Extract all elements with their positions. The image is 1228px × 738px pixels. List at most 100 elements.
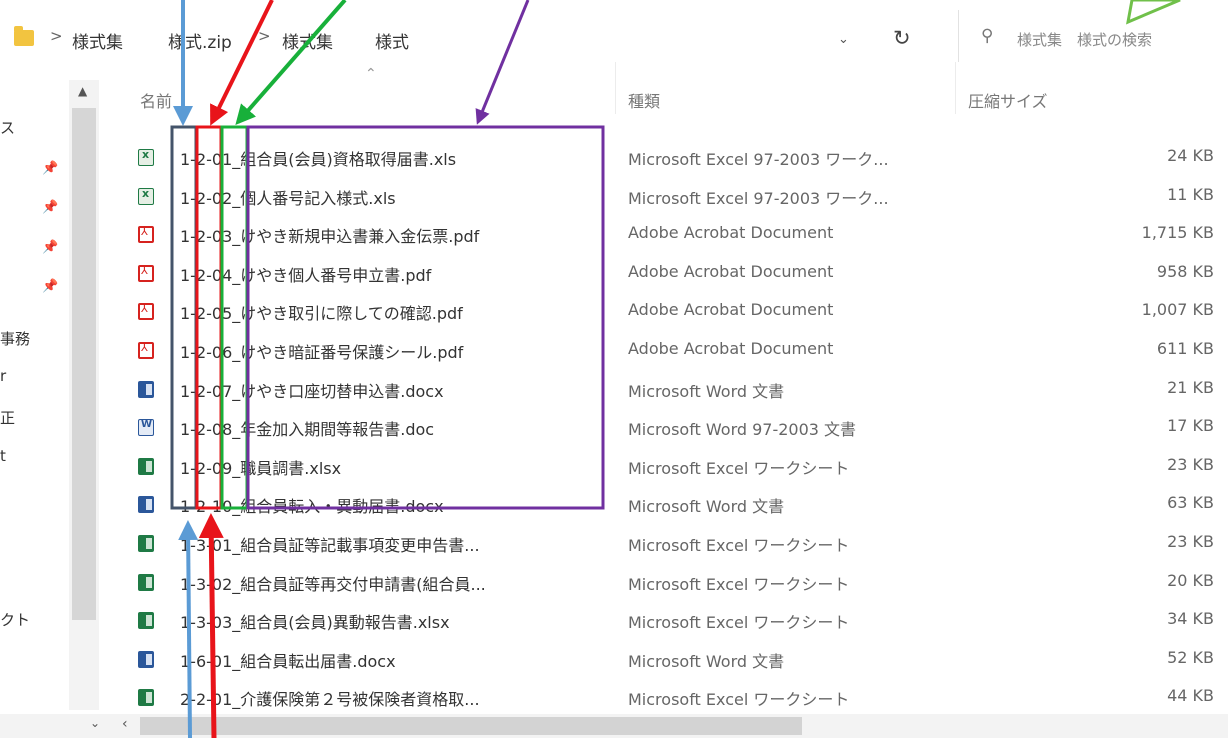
file-type: Microsoft Excel 97-2003 ワーク... — [628, 188, 889, 208]
xlsx-file-icon — [138, 573, 154, 591]
file-type: Microsoft Excel ワークシート — [628, 613, 850, 633]
file-size: 21 KB — [1167, 377, 1214, 397]
xls-file-icon — [138, 148, 154, 166]
breadcrumb-separator: > — [258, 27, 271, 45]
file-name[interactable]: 2-2-01_介護保険第２号被保険者資格取... — [180, 686, 480, 710]
file-name[interactable]: 1-2-09_職員調書.xlsx — [180, 455, 341, 479]
file-size: 63 KB — [1167, 493, 1214, 513]
scroll-left-icon[interactable]: ‹ — [122, 716, 128, 732]
file-name[interactable]: 1-2-05_けやき取引に際しての確認.pdf — [180, 300, 463, 324]
pin-icon: 📌 — [42, 200, 59, 215]
file-type: Microsoft Excel ワークシート — [628, 536, 850, 555]
file-name[interactable]: 1-2-01_組合員(会員)資格取得届書.xls — [180, 146, 456, 170]
xlsx-file-icon — [138, 689, 154, 707]
file-size: 1,007 KB — [1141, 300, 1214, 320]
xls-file-icon — [138, 187, 154, 205]
breadcrumb-separator: > — [50, 27, 63, 45]
file-row[interactable]: 1-2-01_組合員(会員)資格取得届書.xls Microsoft Excel … — [100, 138, 1228, 176]
file-name[interactable]: 1-3-01_組合員証等記載事項変更申告書... — [180, 532, 480, 556]
refresh-icon[interactable]: ↻ — [893, 26, 911, 50]
file-type: Microsoft Word 97-2003 文書 — [628, 420, 857, 440]
column-header-name[interactable]: 名前 — [140, 88, 172, 112]
pin-icon: 📌 — [42, 161, 59, 176]
scroll-up-icon[interactable]: ▲ — [78, 84, 87, 98]
xlsx-file-icon — [138, 535, 154, 552]
file-name[interactable]: 1-2-07_けやき口座切替申込書.docx — [180, 378, 444, 402]
file-size: 958 KB — [1156, 261, 1214, 281]
file-type: Adobe Acrobat Document — [628, 300, 834, 320]
navigation-pane: ス 📌 📌 📌 📌 事務 r 正 t クト — [0, 75, 68, 715]
file-type: Adobe Acrobat Document — [628, 339, 834, 358]
breadcrumb-item[interactable]: 様式集 — [282, 28, 333, 53]
file-row[interactable]: 1-2-09_職員調書.xlsx Microsoft Excel ワークシート 23… — [100, 447, 1228, 485]
horizontal-scrollbar[interactable]: ⌄ ‹ — [0, 714, 1228, 738]
breadcrumb-item[interactable]: 様式.zip — [168, 28, 232, 53]
file-row[interactable]: 1-2-04_けやき個人番号申立書.pdf Adobe Acrobat Docum… — [100, 254, 1228, 292]
file-row[interactable]: 1-3-03_組合員(会員)異動報告書.xlsx Microsoft Excel … — [100, 601, 1228, 639]
column-header-type[interactable]: 種類 — [628, 88, 660, 112]
search-box[interactable]: ⚲ 様式集 様式の検索 — [958, 10, 1228, 62]
file-row[interactable]: 1-2-03_けやき新規申込書兼入金伝票.pdf Adobe Acrobat Do… — [100, 215, 1228, 253]
pdf-file-icon — [138, 225, 154, 244]
xlsx-file-icon — [138, 457, 154, 475]
pdf-file-icon — [138, 264, 154, 282]
search-input[interactable]: 様式集 様式の検索 — [1017, 29, 1152, 50]
chevron-down-icon[interactable]: ⌄ — [90, 716, 100, 730]
file-size: 44 KB — [1167, 686, 1214, 706]
file-type: Microsoft Word 文書 — [628, 651, 785, 671]
file-row[interactable]: 1-3-02_組合員証等再交付申請書(組合員... Microsoft Excel… — [100, 563, 1228, 601]
file-name[interactable]: 1-2-03_けやき新規申込書兼入金伝票.pdf — [180, 223, 479, 247]
column-divider[interactable] — [615, 62, 616, 114]
sort-ascending-icon: ⌃ — [365, 66, 377, 82]
scrollbar-thumb[interactable] — [140, 717, 802, 735]
folder-icon — [14, 26, 34, 46]
vertical-scrollbar[interactable]: ▲ — [69, 80, 99, 710]
file-name[interactable]: 1-2-04_けやき個人番号申立書.pdf — [180, 262, 431, 286]
docx-file-icon — [138, 496, 154, 514]
file-row[interactable]: 2-2-01_介護保険第２号被保険者資格取... Microsoft Excel … — [100, 678, 1228, 716]
pdf-file-icon — [138, 302, 154, 321]
file-size: 23 KB — [1167, 454, 1214, 474]
file-row[interactable]: 1-6-01_組合員転出届書.docx Microsoft Word 文書 52 K… — [100, 640, 1228, 678]
file-type: Microsoft Excel ワークシート — [628, 458, 850, 478]
chevron-down-icon[interactable]: ⌄ — [838, 32, 849, 47]
file-row[interactable]: 1-2-06_けやき暗証番号保護シール.pdf Adobe Acrobat Doc… — [100, 331, 1228, 369]
address-bar[interactable]: > 様式集 様式.zip > 様式集 様式 ⌄ ↻ — [0, 10, 945, 62]
file-size: 20 KB — [1167, 570, 1214, 590]
nav-item[interactable]: クト — [0, 609, 30, 630]
scrollbar-thumb[interactable] — [72, 108, 96, 620]
file-size: 23 KB — [1167, 532, 1214, 551]
column-header-size[interactable]: 圧縮サイズ — [968, 88, 1048, 112]
file-name[interactable]: 1-2-06_けやき暗証番号保護シール.pdf — [180, 339, 463, 363]
file-name[interactable]: 1-2-08_年金加入期間等報告書.doc — [180, 416, 434, 440]
nav-item[interactable]: r — [0, 367, 6, 385]
file-size: 611 KB — [1156, 339, 1214, 358]
nav-item[interactable]: t — [0, 447, 6, 465]
file-name[interactable]: 1-3-02_組合員証等再交付申請書(組合員... — [180, 571, 486, 595]
file-row[interactable]: 1-2-02_個人番号記入様式.xls Microsoft Excel 97-20… — [100, 177, 1228, 215]
file-type: Microsoft Excel ワークシート — [628, 690, 850, 710]
file-type: Adobe Acrobat Document — [628, 223, 834, 243]
file-row[interactable]: 1-2-07_けやき口座切替申込書.docx Microsoft Word 文書 2… — [100, 370, 1228, 408]
file-row[interactable]: 1-2-05_けやき取引に際しての確認.pdf Adobe Acrobat Doc… — [100, 292, 1228, 330]
file-type: Adobe Acrobat Document — [628, 261, 834, 281]
docx-file-icon — [138, 650, 154, 668]
file-name[interactable]: 1-3-03_組合員(会員)異動報告書.xlsx — [180, 609, 450, 633]
column-divider[interactable] — [955, 62, 956, 114]
nav-item[interactable]: 事務 — [0, 328, 30, 349]
breadcrumb-item[interactable]: 様式集 — [72, 28, 123, 53]
nav-item[interactable]: ス — [0, 117, 15, 138]
file-row[interactable]: 1-2-10_組合員転入・異動届書.docx Microsoft Word 文書 6… — [100, 485, 1228, 523]
nav-item[interactable]: 正 — [0, 407, 15, 428]
file-name[interactable]: 1-2-10_組合員転入・異動届書.docx — [180, 493, 444, 517]
file-name[interactable]: 1-2-02_個人番号記入様式.xls — [180, 185, 396, 209]
breadcrumb-item[interactable]: 様式 — [375, 28, 409, 53]
file-size: 17 KB — [1167, 416, 1214, 436]
file-type: Microsoft Word 文書 — [628, 497, 785, 517]
file-name[interactable]: 1-6-01_組合員転出届書.docx — [180, 648, 396, 672]
file-row[interactable]: 1-3-01_組合員証等記載事項変更申告書... Microsoft Excel … — [100, 524, 1228, 562]
pdf-file-icon — [138, 341, 154, 359]
file-type: Microsoft Word 文書 — [628, 381, 785, 401]
file-size: 11 KB — [1167, 184, 1214, 204]
file-row[interactable]: 1-2-08_年金加入期間等報告書.doc Microsoft Word 97-2… — [100, 408, 1228, 446]
